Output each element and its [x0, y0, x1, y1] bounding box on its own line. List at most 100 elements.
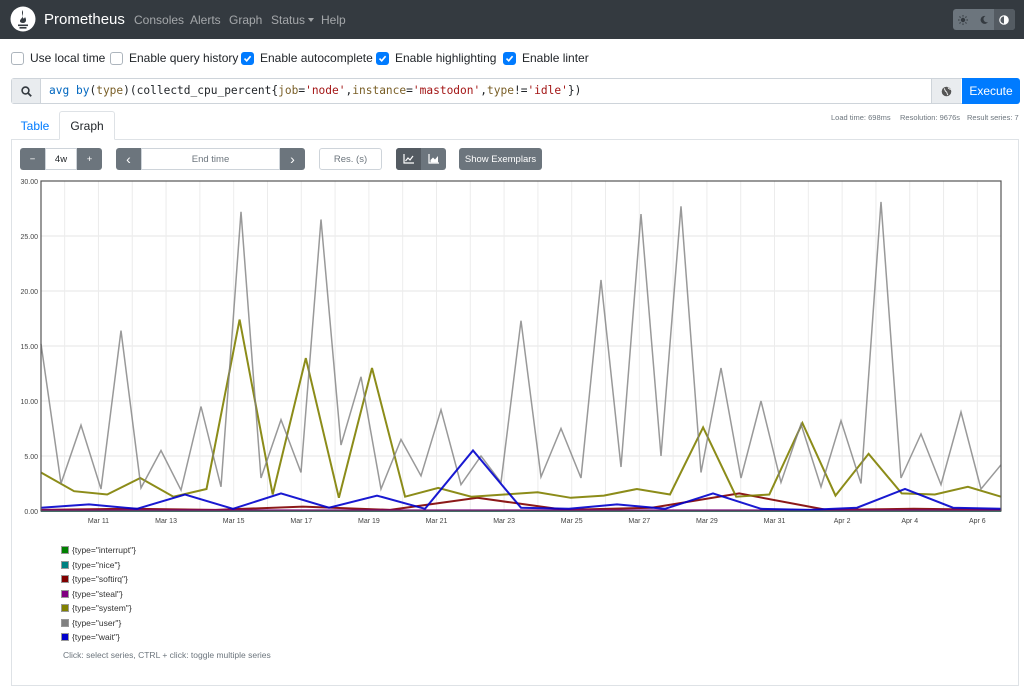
legend-swatch-fill: [62, 590, 68, 597]
nav-graph[interactable]: Graph: [229, 13, 262, 27]
legend-hint: Click: select series, CTRL + click: togg…: [63, 650, 271, 660]
dark-theme-button[interactable]: [974, 9, 995, 30]
expression-token: ,: [480, 84, 487, 97]
nav-status-dropdown[interactable]: Status: [271, 13, 315, 27]
use-local-time-option[interactable]: Use local time: [11, 51, 105, 65]
legend-label: {type="user"}: [72, 617, 122, 628]
increase-range-button[interactable]: +: [77, 148, 102, 170]
legend-label: {type="steal"}: [72, 588, 123, 599]
enable-linter-checkbox[interactable]: [503, 51, 516, 65]
x-tick-label: Mar 11: [88, 518, 109, 525]
y-tick-label: 20.00: [20, 289, 38, 296]
tab-table[interactable]: Table: [11, 111, 59, 140]
legend-swatch: [61, 560, 69, 569]
globe-icon: [941, 86, 952, 96]
next-end-time-button[interactable]: ›: [280, 148, 305, 170]
expression-token: instance: [352, 84, 407, 97]
result-series-text: Result series: 7: [967, 113, 1019, 122]
x-tick-label: Mar 25: [561, 518, 583, 525]
x-tick-label: Mar 29: [696, 518, 718, 525]
enable-linter-option[interactable]: Enable linter: [503, 51, 589, 65]
checkmark-icon: [243, 55, 252, 62]
checkmark-icon: [378, 55, 387, 62]
legend-item[interactable]: {type="user"}: [61, 616, 136, 631]
legend-swatch: [61, 604, 69, 613]
enable-autocomplete-label: Enable autocomplete: [260, 51, 373, 65]
enable-query-history-checkbox[interactable]: [110, 51, 123, 65]
nav-alerts[interactable]: Alerts: [190, 13, 221, 27]
execute-button[interactable]: Execute: [962, 78, 1020, 104]
expression-search-addon: [12, 79, 41, 103]
theme-toggle-group: [953, 9, 1015, 30]
expression-token: 'node': [305, 84, 346, 97]
x-tick-label: Mar 17: [290, 518, 312, 525]
end-time-input[interactable]: End time: [141, 148, 280, 170]
x-tick-label: Mar 15: [223, 518, 245, 525]
chart-mode-group: [396, 148, 446, 170]
light-theme-button[interactable]: [953, 9, 974, 30]
resolution-text: Resolution: 9676s: [900, 113, 961, 122]
legend-swatch-fill: [62, 561, 68, 568]
use-local-time-checkbox[interactable]: [11, 51, 24, 65]
legend-item[interactable]: {type="nice"}: [61, 558, 136, 573]
show-exemplars-button[interactable]: Show Exemplars: [459, 148, 542, 170]
nav-help[interactable]: Help: [321, 13, 346, 27]
x-tick-label: Apr 4: [901, 518, 918, 525]
resolution-input[interactable]: Res. (s): [319, 148, 382, 170]
x-tick-label: Mar 23: [493, 518, 515, 525]
unstacked-lines-button[interactable]: [396, 148, 421, 170]
browser-theme-button[interactable]: [994, 9, 1015, 30]
line-chart-icon: [403, 154, 414, 164]
brand-title[interactable]: Prometheus: [44, 11, 125, 28]
series-line: [40, 448, 1002, 511]
enable-autocomplete-option[interactable]: Enable autocomplete: [241, 51, 373, 65]
legend-swatch: [61, 589, 69, 598]
legend-label: {type="system"}: [72, 603, 132, 614]
legend-swatch-fill: [62, 547, 68, 554]
expression-token: avg: [49, 84, 70, 97]
expression-token: type: [487, 84, 514, 97]
y-tick-label: 5.00: [24, 454, 38, 461]
metrics-explorer-button[interactable]: [931, 79, 961, 103]
enable-highlighting-option[interactable]: Enable highlighting: [376, 51, 496, 65]
range-input[interactable]: 4w: [45, 148, 77, 170]
legend-swatch-fill: [62, 576, 68, 583]
legend-item[interactable]: {type="system"}: [61, 601, 136, 616]
legend-swatch-fill: [62, 605, 68, 612]
x-tick-label: Mar 19: [358, 518, 380, 525]
legend-item[interactable]: {type="softirq"}: [61, 572, 136, 587]
time-series-chart[interactable]: 0.00 5.00 10.00 15.00 20.00 25.00 30.00 Mar 11 M…: [20, 176, 1005, 528]
y-tick-label: 10.00: [20, 399, 38, 406]
enable-linter-label: Enable linter: [522, 51, 589, 65]
legend-item[interactable]: {type="interrupt"}: [61, 543, 136, 558]
use-local-time-label: Use local time: [30, 51, 106, 65]
enable-highlighting-checkbox[interactable]: [376, 51, 389, 65]
expression-editor[interactable]: avg by(type)(collectd_cpu_percent{job='n…: [49, 84, 581, 97]
top-navbar: Prometheus Consoles Alerts Graph Status …: [0, 0, 1024, 39]
tab-graph[interactable]: Graph: [59, 111, 115, 140]
legend-swatch: [61, 575, 69, 584]
expression-token: type: [96, 84, 124, 97]
expression-token: [69, 84, 76, 97]
enable-autocomplete-checkbox[interactable]: [241, 51, 254, 65]
legend-swatch-fill: [62, 634, 68, 641]
prometheus-logo-icon[interactable]: [10, 6, 36, 32]
expression-token: =: [406, 84, 413, 97]
stacked-area-button[interactable]: [421, 148, 446, 170]
x-tick-label: Apr 6: [969, 518, 986, 525]
area-chart-icon: [428, 154, 439, 164]
expression-token: job: [278, 84, 299, 97]
load-time-text: Load time: 698ms: [831, 113, 891, 122]
legend-item[interactable]: {type="steal"}: [61, 587, 136, 602]
nav-consoles[interactable]: Consoles: [134, 13, 184, 27]
y-tick-label: 30.00: [20, 179, 38, 186]
expression-token: }): [567, 84, 582, 97]
enable-query-history-option[interactable]: Enable query history: [110, 51, 238, 65]
previous-end-time-button[interactable]: ‹: [116, 148, 141, 170]
legend-item[interactable]: {type="wait"}: [61, 630, 136, 645]
expression-token: )(: [123, 84, 137, 97]
search-icon: [20, 85, 32, 97]
expression-input-group: avg by(type)(collectd_cpu_percent{job='n…: [11, 78, 1020, 104]
decrease-range-button[interactable]: −: [20, 148, 45, 170]
legend-swatch: [61, 633, 69, 642]
